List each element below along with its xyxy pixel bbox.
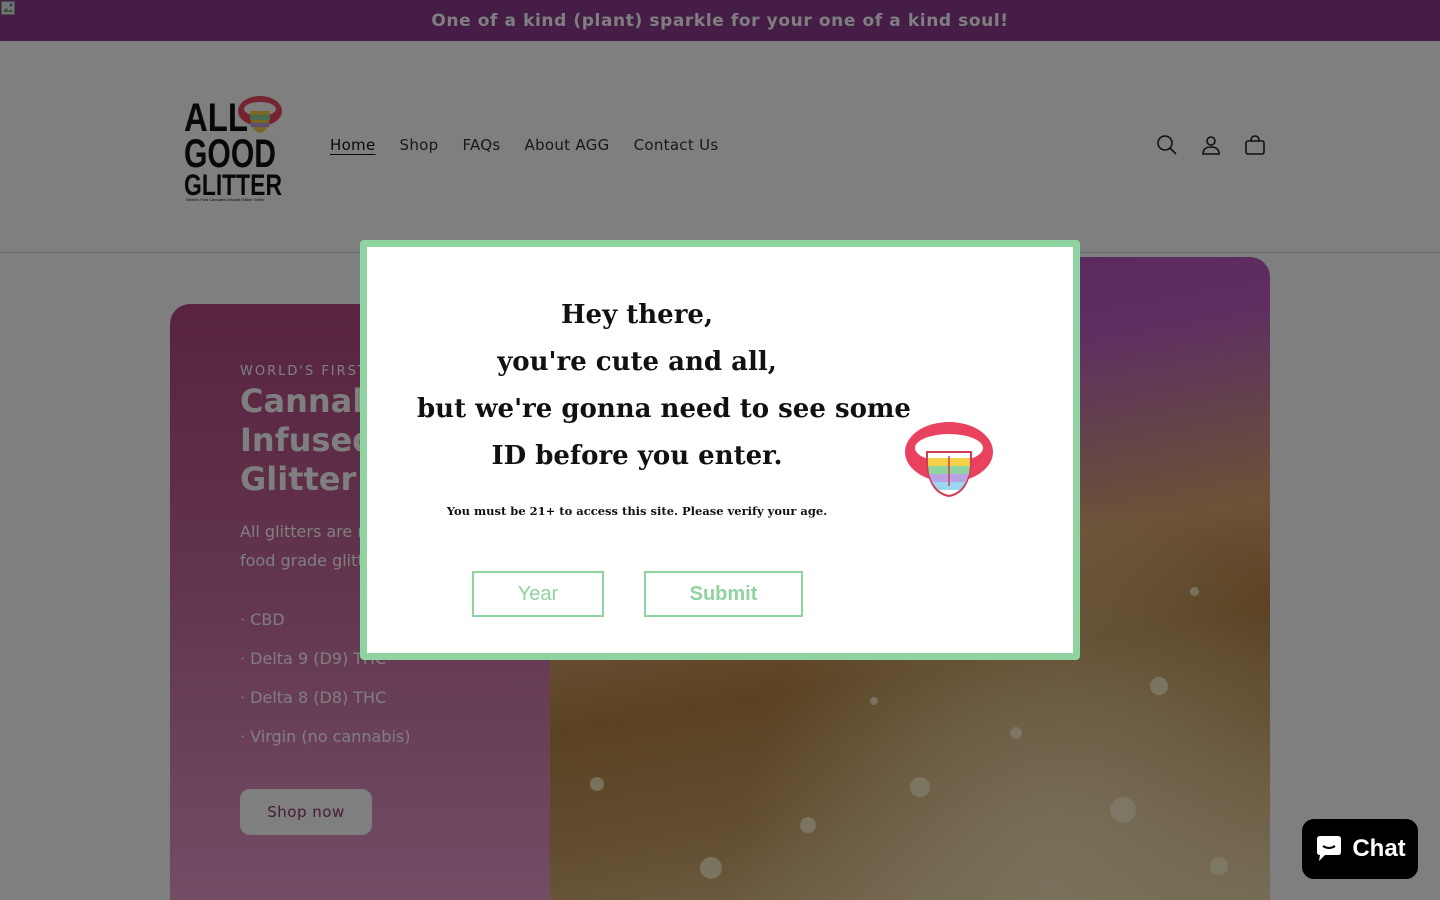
heading-line: you're cute and all,: [497, 347, 777, 377]
chat-bubble-icon: [1317, 836, 1342, 861]
year-input[interactable]: [472, 571, 604, 617]
age-gate-note: You must be 21+ to access this site. Ple…: [446, 504, 828, 518]
heading-line: ID before you enter.: [491, 441, 783, 471]
heading-line: but we're gonna need to see some: [417, 394, 911, 424]
tongue-icon: [905, 422, 993, 498]
age-gate-modal: Hey there, you're cute and all, but we'r…: [360, 240, 1080, 660]
chat-label: Chat: [1352, 835, 1406, 862]
heading-line: Hey there,: [560, 300, 713, 330]
chat-button[interactable]: Chat: [1302, 819, 1418, 879]
submit-button[interactable]: Submit: [644, 571, 803, 617]
age-gate-heading: Hey there, you're cute and all, but we'r…: [417, 292, 911, 480]
